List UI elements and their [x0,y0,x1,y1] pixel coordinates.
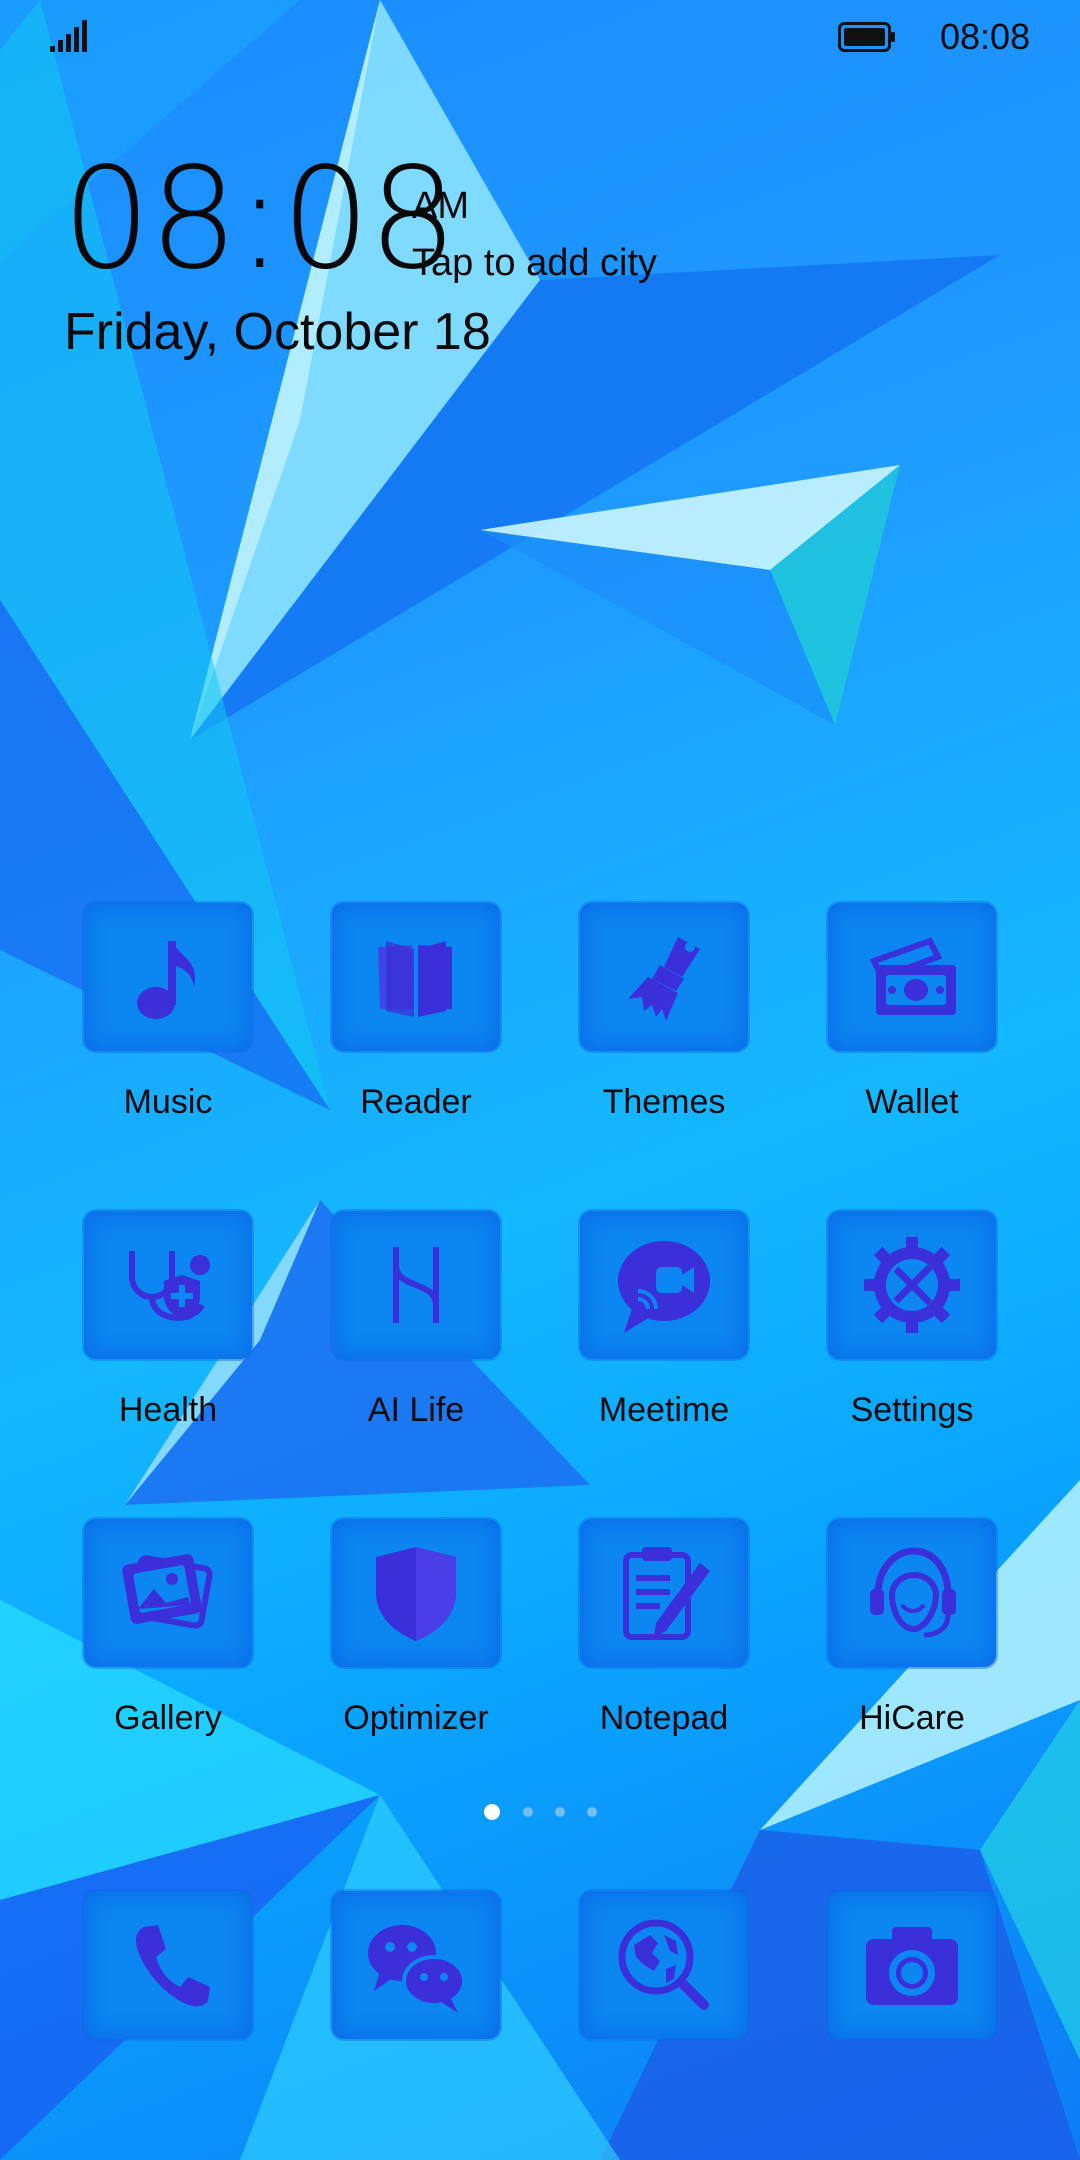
app-gallery[interactable]: Gallery [84,1519,252,1737]
app-label: Gallery [114,1699,222,1737]
app-tile[interactable] [580,903,748,1051]
camera-icon [866,1927,958,2005]
app-music[interactable]: Music [84,903,252,1121]
app-notepad[interactable]: Notepad [580,1519,748,1737]
app-health[interactable]: Health [84,1211,252,1429]
app-label: HiCare [859,1699,965,1737]
dock-phone[interactable] [84,1891,252,2039]
app-tile[interactable] [828,903,996,1051]
app-tile[interactable] [84,903,252,1051]
app-tile[interactable] [580,1519,748,1667]
gear-tools-icon [864,1237,960,1333]
app-label: Meetime [598,1391,730,1429]
app-tile[interactable] [332,1211,500,1359]
app-tile[interactable] [828,1891,996,2039]
shield-icon [376,1547,456,1641]
app-tile[interactable] [332,903,500,1051]
app-label: Optimizer [343,1699,489,1737]
app-label: Notepad [599,1699,729,1737]
music-note-icon [137,941,196,1019]
globe-search-icon [618,1919,709,2010]
status-bar: 08:08 [0,0,1080,80]
app-label: Reader [360,1083,472,1121]
battery-icon [838,22,895,52]
page-dot-active[interactable] [484,1804,500,1820]
app-tile[interactable] [828,1211,996,1359]
ai-life-icon [393,1247,439,1323]
dock-camera[interactable] [828,1891,996,2039]
app-label: Settings [850,1391,974,1429]
paintbrush-icon [628,937,700,1021]
dock-messaging[interactable] [332,1891,500,2039]
app-tile[interactable] [828,1519,996,1667]
app-tile[interactable] [580,1211,748,1359]
app-ai-life[interactable]: AI Life [332,1211,500,1429]
page-dot[interactable] [587,1807,597,1817]
chat-bubbles-icon [368,1925,466,2013]
app-settings[interactable]: Settings [828,1211,996,1429]
stethoscope-shield-icon [129,1251,210,1321]
home-screen: 08:08 08:08 AM Tap to add city Friday, O… [0,0,1080,2160]
headset-icon [870,1547,956,1638]
signal-icon [50,20,87,52]
app-label: Music [123,1083,213,1121]
dock-browser[interactable] [580,1891,748,2039]
clock-date[interactable]: Friday, October 18 [64,302,491,362]
clock-ampm: AM [412,185,469,227]
page-dot[interactable] [523,1807,533,1817]
status-time: 08:08 [940,16,1031,57]
app-wallet[interactable]: Wallet [828,903,996,1121]
app-meetime[interactable]: Meetime [580,1211,748,1429]
app-label: Themes [602,1083,726,1121]
app-reader[interactable]: Reader [332,903,500,1121]
page-dot[interactable] [555,1807,565,1817]
photos-icon [122,1554,213,1629]
clipboard-pencil-icon [623,1547,710,1640]
app-tile[interactable] [84,1211,252,1359]
book-icon [378,941,452,1017]
phone-icon [136,1925,210,2007]
add-city-prompt[interactable]: Tap to add city [412,242,657,285]
video-chat-icon [618,1241,710,1333]
app-themes[interactable]: Themes [580,903,748,1121]
app-label: AI Life [367,1391,465,1429]
app-hicare[interactable]: HiCare [828,1519,996,1737]
app-tile[interactable] [580,1891,748,2039]
clock-time[interactable]: 08:08 [62,150,457,290]
app-label: Health [118,1391,218,1429]
app-tile[interactable] [332,1519,500,1667]
page-indicator[interactable] [480,1804,600,1820]
app-tile[interactable] [84,1891,252,2039]
app-optimizer[interactable]: Optimizer [332,1519,500,1737]
app-tile[interactable] [332,1891,500,2039]
app-tile[interactable] [84,1519,252,1667]
wallet-icon [869,937,956,1015]
app-label: Wallet [865,1083,959,1121]
